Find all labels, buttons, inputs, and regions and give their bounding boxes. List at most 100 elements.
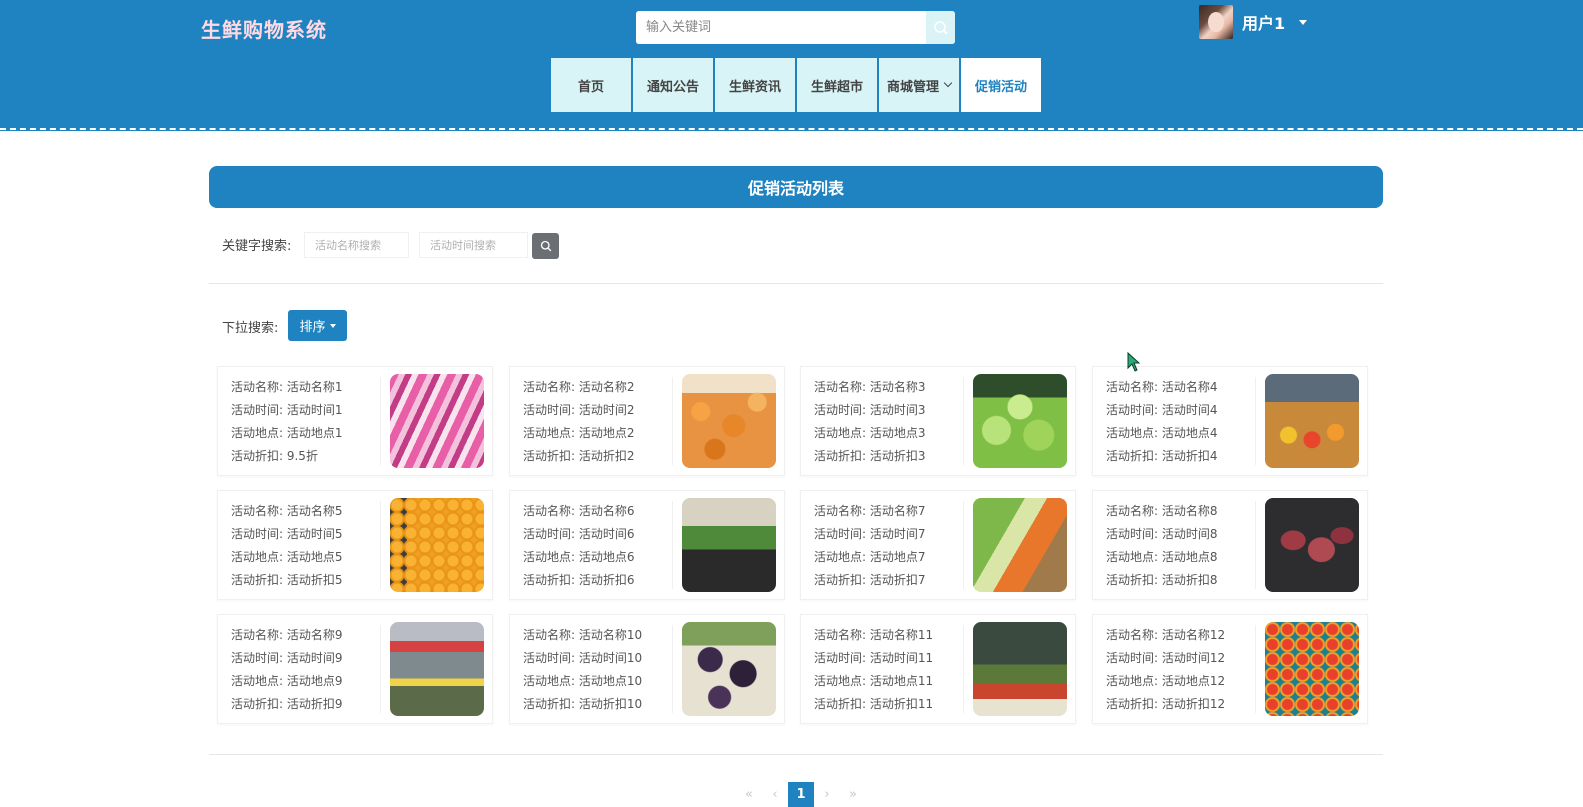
card-divider (963, 501, 964, 589)
activity-place: 活动地点: 活动地点9 (231, 674, 343, 688)
card-divider (963, 377, 964, 465)
nav-item-mall-management[interactable]: 商城管理 (879, 58, 959, 112)
activity-place: 活动地点: 活动地点11 (814, 674, 934, 688)
main-nav: 首页 通知公告 生鲜资讯 生鲜超市 商城管理 促销活动 (551, 58, 1043, 112)
activity-time: 活动时间: 活动时间8 (1106, 527, 1218, 541)
search-icon (933, 20, 948, 35)
activity-place: 活动地点: 活动地点2 (523, 426, 635, 440)
activity-name: 活动名称: 活动名称6 (523, 504, 635, 518)
activity-discount: 活动折扣: 活动折扣7 (814, 573, 926, 587)
activity-card[interactable]: 活动名称: 活动名称9 活动时间: 活动时间9 活动地点: 活动地点9 活动折扣… (217, 614, 493, 724)
activity-card[interactable]: 活动名称: 活动名称4 活动时间: 活动时间4 活动地点: 活动地点4 活动折扣… (1092, 366, 1368, 476)
activity-image (682, 498, 776, 592)
activity-time: 活动时间: 活动时间6 (523, 527, 635, 541)
activity-discount: 活动折扣: 活动折扣8 (1106, 573, 1218, 587)
activity-place: 活动地点: 活动地点3 (814, 426, 926, 440)
card-divider (672, 625, 673, 713)
pagination: « ‹ 1 › » (736, 782, 866, 807)
keyword-search-label: 关键字搜索: (222, 239, 292, 254)
activity-name: 活动名称: 活动名称1 (231, 380, 343, 394)
activity-card[interactable]: 活动名称: 活动名称11 活动时间: 活动时间11 活动地点: 活动地点11 活… (800, 614, 1076, 724)
card-divider (1255, 501, 1256, 589)
card-divider (380, 625, 381, 713)
keyword-search-button[interactable] (532, 233, 559, 259)
site-title[interactable]: 生鲜购物系统 (201, 14, 327, 43)
activity-discount: 活动折扣: 活动折扣5 (231, 573, 343, 587)
activity-discount: 活动折扣: 活动折扣3 (814, 449, 926, 463)
activity-card[interactable]: 活动名称: 活动名称3 活动时间: 活动时间3 活动地点: 活动地点3 活动折扣… (800, 366, 1076, 476)
activity-discount: 活动折扣: 活动折扣2 (523, 449, 635, 463)
activity-name: 活动名称: 活动名称3 (814, 380, 926, 394)
activity-image (390, 622, 484, 716)
nav-item-news[interactable]: 生鲜资讯 (715, 58, 795, 112)
activity-card[interactable]: 活动名称: 活动名称8 活动时间: 活动时间8 活动地点: 活动地点8 活动折扣… (1092, 490, 1368, 600)
activity-discount: 活动折扣: 9.5折 (231, 449, 318, 463)
activity-discount: 活动折扣: 活动折扣10 (523, 697, 643, 711)
activity-card[interactable]: 活动名称: 活动名称2 活动时间: 活动时间2 活动地点: 活动地点2 活动折扣… (509, 366, 785, 476)
activity-time: 活动时间: 活动时间12 (1106, 651, 1226, 665)
activity-image (1265, 622, 1359, 716)
caret-down-icon (329, 323, 336, 328)
card-divider (963, 625, 964, 713)
activity-card[interactable]: 活动名称: 活动名称12 活动时间: 活动时间12 活动地点: 活动地点12 活… (1092, 614, 1368, 724)
pagination-prev[interactable]: ‹ (762, 782, 788, 807)
activity-name: 活动名称: 活动名称12 (1106, 628, 1226, 642)
card-divider (1255, 625, 1256, 713)
activity-name: 活动名称: 活动名称10 (523, 628, 643, 642)
activity-place: 活动地点: 活动地点10 (523, 674, 643, 688)
avatar (1199, 5, 1233, 39)
activity-image (973, 374, 1067, 468)
pagination-last[interactable]: » (840, 782, 866, 807)
activity-image (682, 374, 776, 468)
activity-place: 活动地点: 活动地点6 (523, 550, 635, 564)
header-search (636, 11, 955, 44)
activity-discount: 活动折扣: 活动折扣12 (1106, 697, 1226, 711)
pagination-page-current[interactable]: 1 (788, 782, 814, 807)
activity-image (973, 622, 1067, 716)
activity-image (973, 498, 1067, 592)
nav-item-market[interactable]: 生鲜超市 (797, 58, 877, 112)
activity-name: 活动名称: 活动名称7 (814, 504, 926, 518)
activity-time: 活动时间: 活动时间5 (231, 527, 343, 541)
activity-discount: 活动折扣: 活动折扣6 (523, 573, 635, 587)
nav-item-promotions[interactable]: 促销活动 (961, 58, 1041, 112)
activity-image (682, 622, 776, 716)
nav-item-notice[interactable]: 通知公告 (633, 58, 713, 112)
caret-down-icon (1299, 19, 1308, 25)
sort-dropdown-button[interactable]: 排序 (288, 310, 347, 341)
nav-item-home[interactable]: 首页 (551, 58, 631, 112)
activity-card[interactable]: 活动名称: 活动名称7 活动时间: 活动时间7 活动地点: 活动地点7 活动折扣… (800, 490, 1076, 600)
pagination-next[interactable]: › (814, 782, 840, 807)
activity-time-search-input[interactable] (419, 232, 528, 258)
activity-place: 活动地点: 活动地点12 (1106, 674, 1226, 688)
card-divider (380, 501, 381, 589)
activity-name: 活动名称: 活动名称2 (523, 380, 635, 394)
activity-time: 活动时间: 活动时间2 (523, 403, 635, 417)
header-search-input[interactable] (636, 11, 928, 44)
activity-name: 活动名称: 活动名称4 (1106, 380, 1218, 394)
activity-discount: 活动折扣: 活动折扣11 (814, 697, 934, 711)
activity-place: 活动地点: 活动地点7 (814, 550, 926, 564)
activity-image (390, 498, 484, 592)
activity-image (1265, 374, 1359, 468)
activity-card[interactable]: 活动名称: 活动名称6 活动时间: 活动时间6 活动地点: 活动地点6 活动折扣… (509, 490, 785, 600)
activity-time: 活动时间: 活动时间4 (1106, 403, 1218, 417)
mouse-cursor-icon (1127, 352, 1141, 372)
activity-card[interactable]: 活动名称: 活动名称5 活动时间: 活动时间5 活动地点: 活动地点5 活动折扣… (217, 490, 493, 600)
pagination-first[interactable]: « (736, 782, 762, 807)
search-icon (540, 240, 551, 252)
activity-card[interactable]: 活动名称: 活动名称10 活动时间: 活动时间10 活动地点: 活动地点10 活… (509, 614, 785, 724)
divider (209, 754, 1383, 755)
activity-name-search-input[interactable] (304, 232, 409, 258)
header-search-button[interactable] (926, 11, 955, 44)
activity-time: 活动时间: 活动时间11 (814, 651, 934, 665)
user-menu[interactable]: 用户1 (1199, 4, 1308, 40)
activity-name: 活动名称: 活动名称11 (814, 628, 934, 642)
activity-time: 活动时间: 活动时间3 (814, 403, 926, 417)
header-dashed-border (0, 128, 1583, 130)
user-name: 用户1 (1242, 14, 1286, 33)
card-divider (672, 501, 673, 589)
activity-card[interactable]: 活动名称: 活动名称1 活动时间: 活动时间1 活动地点: 活动地点1 活动折扣… (217, 366, 493, 476)
chevron-down-icon (943, 78, 953, 88)
activity-discount: 活动折扣: 活动折扣4 (1106, 449, 1218, 463)
